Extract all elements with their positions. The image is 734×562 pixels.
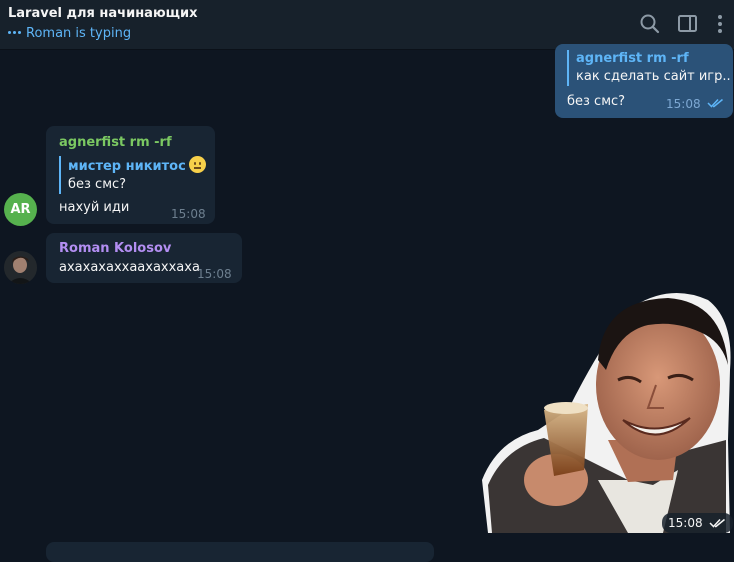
chat-header: Laravel для начинающих Roman is typing (0, 0, 734, 50)
message-text: нахуй иди (59, 200, 130, 215)
message-sender[interactable]: agnerfist rm -rf (59, 134, 172, 152)
message-incoming[interactable] (46, 542, 434, 562)
neutral-face-emoji-icon (188, 156, 206, 173)
reply-preview[interactable]: мистер никитос без смс? (59, 156, 213, 194)
reply-sender: agnerfist rm -rf (576, 51, 689, 66)
typing-status: Roman is typing (8, 26, 131, 41)
message-sender[interactable]: Roman Kolosov (59, 240, 171, 258)
message-text: ахахахаххаахаххаха (59, 260, 200, 275)
more-vertical-icon[interactable] (710, 11, 730, 37)
message-time: 15:08 (668, 516, 703, 530)
double-check-icon (707, 98, 723, 108)
message-time: 15:08 (197, 267, 232, 281)
message-time: 15:08 (171, 207, 206, 221)
avatar[interactable]: AR (4, 193, 37, 226)
reply-preview[interactable]: agnerfist rm -rf как сделать сайт игр... (567, 50, 731, 86)
message-outgoing[interactable]: agnerfist rm -rf как сделать сайт игр...… (555, 44, 733, 118)
reply-text: как сделать сайт игр... (576, 69, 731, 84)
double-check-icon (709, 518, 726, 528)
message-incoming[interactable]: agnerfist rm -rf мистер никитос без смс?… (46, 126, 215, 224)
sidebar-toggle-icon[interactable] (675, 11, 701, 37)
typing-dots-icon (8, 23, 26, 38)
reply-text: без смс? (68, 177, 127, 192)
message-time: 15:08 (666, 97, 701, 111)
typing-status-text: Roman is typing (26, 26, 132, 41)
reply-sender: мистер никитос (68, 159, 186, 174)
message-incoming[interactable]: Roman Kolosov ахахахаххаахаххаха 15:08 (46, 233, 242, 283)
message-list[interactable]: agnerfist rm -rf как сделать сайт игр...… (0, 44, 734, 562)
message-text: без смс? (567, 94, 626, 109)
sticker-time: 15:08 (662, 513, 734, 533)
avatar[interactable] (4, 251, 37, 284)
search-icon[interactable] (637, 11, 663, 37)
sticker-image[interactable] (478, 290, 734, 533)
chat-title[interactable]: Laravel для начинающих (8, 6, 197, 21)
